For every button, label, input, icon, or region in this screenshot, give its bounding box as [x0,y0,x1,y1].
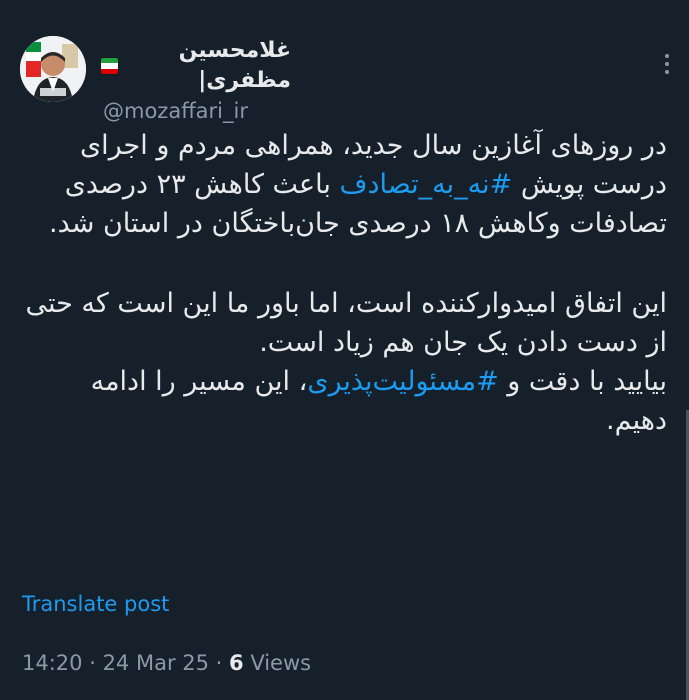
tweet-text-line: ، این مسیر را ادامه [90,366,308,397]
tweet-time[interactable]: 14:20 [22,651,83,675]
more-dot [665,54,669,58]
display-name[interactable]: غلامحسین مظفری| [124,36,291,96]
tweet-body: در روزهای آغازین سال جدید، همراهی مردم و… [22,126,667,440]
tweet-text-line: بیایید با دقت و [498,366,667,397]
translate-post-link[interactable]: Translate post [22,590,169,618]
hashtag-link[interactable]: #مسئولیت‌پذیری [307,366,498,397]
tweet-paragraph-2: این اتفاق امیدوارکننده است، اما باور ما … [22,284,667,440]
more-vertical-icon[interactable] [665,54,669,74]
tweet-paragraph-1: در روزهای آغازین سال جدید، همراهی مردم و… [22,126,667,243]
tweet-text-line: باعث کاهش ۲۳ [156,169,340,200]
display-name-row[interactable]: غلامحسین مظفری| [101,36,291,96]
more-dot [665,62,669,66]
flag-red-stripe [101,68,119,74]
tweet-date[interactable]: 24 Mar 25 [103,651,209,675]
iran-flag-icon [101,58,119,74]
avatar-image-icon [20,36,86,102]
tweet-card: غلامحسین مظفری| @mozaffari_ir در روزهای … [0,0,689,700]
tweet-text-line: استان شد. [49,208,170,239]
tweet-text-line: دهیم. [606,405,667,436]
meta-separator: · [208,651,230,675]
profile-header: غلامحسین مظفری| @mozaffari_ir [101,36,291,126]
profile-avatar[interactable] [20,36,86,102]
views-count[interactable]: 6 [229,651,244,675]
hashtag-link[interactable]: #نه_به_تصادف [339,169,512,200]
tweet-meta: 14:20 · 24 Mar 25 · 6 Views [22,649,311,677]
meta-separator: · [82,651,103,675]
user-handle[interactable]: @mozaffari_ir [103,96,291,126]
tweet-text-line: این اتفاق امیدوارکننده است، اما باور ما … [81,288,667,319]
tweet-text-line: در روزهای آغازین سال جدید، همراهی مردم و… [80,130,667,161]
views-label[interactable]: Views [244,651,311,675]
more-dot [665,70,669,74]
tweet-text-line: درست پویش [512,169,667,200]
